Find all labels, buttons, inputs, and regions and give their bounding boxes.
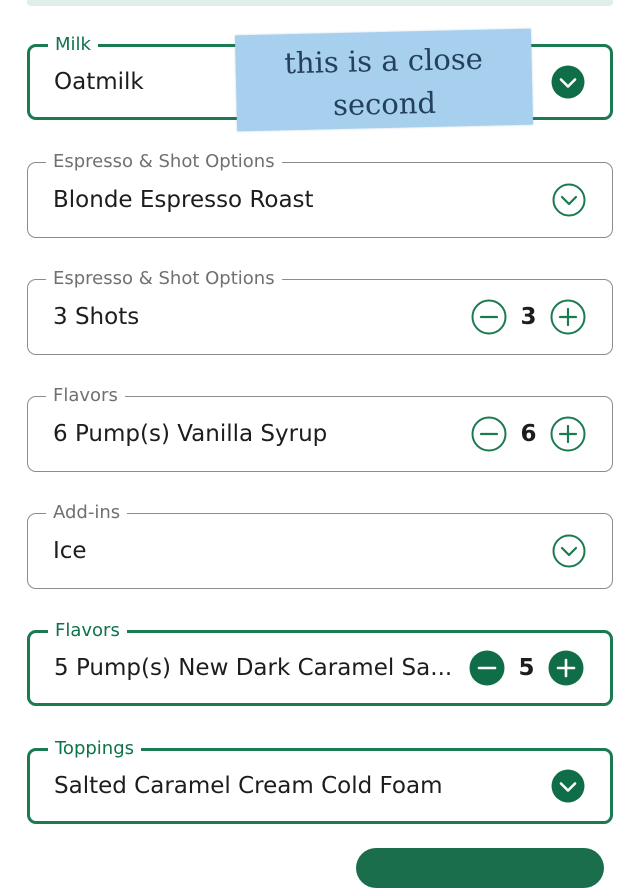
chevron-down-filled-icon[interactable] [551,769,585,803]
quantity-stepper: 3 [471,299,586,335]
espresso-roast-field[interactable]: Espresso & Shot Options Blonde Espresso … [27,150,613,238]
field-value: Blonde Espresso Roast [53,187,314,213]
shots-field: Espresso & Shot Options 3 Shots 3 [27,267,613,355]
field-value: 5 Pump(s) New Dark Caramel Sa... [54,655,453,681]
field-value: Oatmilk [54,69,144,95]
quantity-stepper: 6 [471,416,586,452]
chevron-down-outline-icon[interactable] [552,183,586,217]
field-value: Salted Caramel Cream Cold Foam [54,773,443,799]
toppings-field[interactable]: Toppings Salted Caramel Cream Cold Foam [27,737,613,824]
previous-field-edge [27,0,613,6]
field-value: Ice [53,538,87,564]
plus-icon[interactable] [550,416,586,452]
plus-icon[interactable] [550,299,586,335]
plus-filled-icon[interactable] [548,650,584,686]
field-value: 6 Pump(s) Vanilla Syrup [53,421,328,447]
stepper-count: 6 [520,421,537,447]
annotation-line-2: second [332,85,437,123]
chevron-down-outline-icon[interactable] [552,534,586,568]
minus-icon[interactable] [471,416,507,452]
stepper-count: 5 [518,655,535,681]
add-to-order-button[interactable] [356,848,604,888]
annotation-line-1: this is a close [283,41,484,81]
stepper-count: 3 [520,304,537,330]
quantity-stepper: 5 [469,650,584,686]
minus-filled-icon[interactable] [469,650,505,686]
minus-icon[interactable] [471,299,507,335]
field-value: 3 Shots [53,304,140,330]
chevron-down-filled-icon[interactable] [551,65,585,99]
vanilla-syrup-field: Flavors 6 Pump(s) Vanilla Syrup 6 [27,384,613,472]
dark-caramel-field: Flavors 5 Pump(s) New Dark Caramel Sa...… [27,619,613,706]
annotation-note: this is a close second [235,37,533,130]
add-ins-field[interactable]: Add-ins Ice [27,501,613,589]
